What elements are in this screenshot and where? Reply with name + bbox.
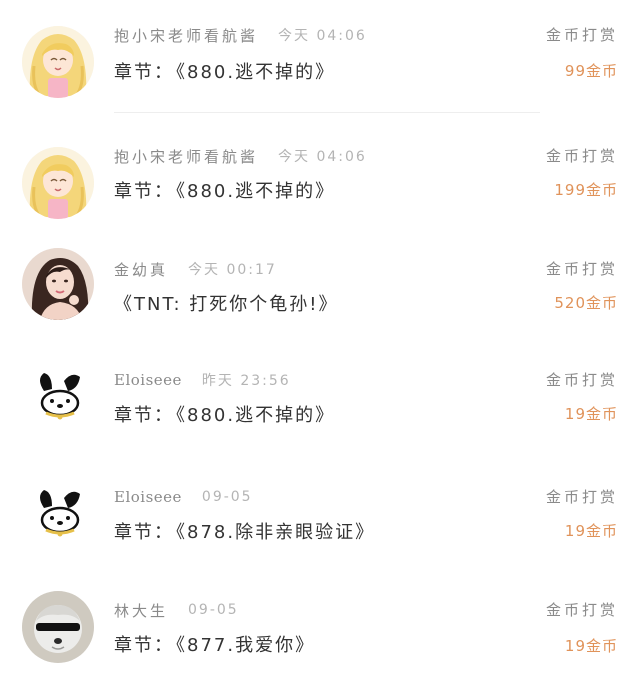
content-prefix: 章节： — [114, 635, 174, 656]
timestamp: 09-05 — [201, 489, 253, 505]
content-text: 《880.逃不掉的》 — [176, 62, 336, 83]
tip-type-label: 金币打赏 — [545, 488, 618, 506]
user-avatar[interactable] — [22, 591, 94, 663]
timestamp: 昨天 23:56 — [201, 373, 291, 389]
item-content: 章节： 《880.逃不掉的》 — [114, 58, 335, 84]
timestamp: 09-05 — [188, 602, 239, 618]
tip-record-list: 抱小宋老师看航酱 今天 04:06 章节： 《880.逃不掉的》 金币打赏 99金… — [0, 0, 640, 682]
timestamp: 今天 04:06 — [278, 28, 367, 44]
content-prefix: 章节： — [114, 181, 174, 202]
tip-amount: 520金币 — [554, 294, 618, 312]
content-prefix: 章节： — [114, 522, 174, 543]
tip-amount: 19金币 — [564, 637, 618, 655]
username[interactable]: 金幼真 — [114, 259, 168, 280]
item-meta: 抱小宋老师看航酱 今天 04:06 — [114, 145, 367, 167]
content-text: 《880.逃不掉的》 — [176, 405, 336, 426]
username[interactable]: 抱小宋老师看航酱 — [114, 25, 258, 46]
item-meta: Eloiseee 09-05 — [114, 486, 253, 508]
cartoon-dog-avatar-icon — [22, 361, 94, 433]
list-item[interactable]: 金幼真 今天 00:17 《TNT: 打死你个龟孙!》 金币打赏 520金币 — [0, 248, 640, 358]
list-item[interactable]: 抱小宋老师看航酱 今天 04:06 章节： 《880.逃不掉的》 金币打赏 99金… — [0, 24, 640, 124]
item-content: 章节： 《880.逃不掉的》 — [114, 177, 335, 203]
item-meta: 抱小宋老师看航酱 今天 04:06 — [114, 24, 367, 46]
user-avatar[interactable] — [22, 361, 94, 433]
anime-girl-avatar-icon — [22, 147, 94, 219]
timestamp: 今天 00:17 — [188, 262, 277, 278]
woman-photo-avatar-icon — [22, 248, 94, 320]
username[interactable]: Eloiseee — [114, 371, 182, 389]
anime-girl-avatar-icon — [22, 26, 94, 98]
tip-type-label: 金币打赏 — [545, 260, 618, 278]
tip-type-label: 金币打赏 — [545, 147, 618, 165]
cartoon-dog-avatar-icon — [22, 478, 94, 550]
username[interactable]: 林大生 — [114, 600, 168, 621]
white-dog-photo-avatar-icon — [22, 591, 94, 663]
item-meta: 林大生 09-05 — [114, 599, 239, 621]
user-avatar[interactable] — [22, 248, 94, 320]
tip-amount: 19金币 — [564, 405, 618, 423]
username[interactable]: 抱小宋老师看航酱 — [114, 146, 258, 167]
list-item[interactable]: 林大生 09-05 章节： 《877.我爱你》 金币打赏 19金币 — [0, 591, 640, 682]
timestamp: 今天 04:06 — [278, 149, 367, 165]
item-meta: 金幼真 今天 00:17 — [114, 258, 277, 280]
content-text: 《878.除非亲眼验证》 — [176, 522, 376, 543]
user-avatar[interactable] — [22, 26, 94, 98]
tip-type-label: 金币打赏 — [545, 601, 618, 619]
tip-amount: 199金币 — [554, 181, 618, 199]
user-avatar[interactable] — [22, 478, 94, 550]
tip-type-label: 金币打赏 — [545, 26, 618, 44]
content-text: 《880.逃不掉的》 — [176, 181, 336, 202]
tip-amount: 99金币 — [564, 62, 618, 80]
tip-amount: 19金币 — [564, 522, 618, 540]
content-prefix: 章节： — [114, 405, 174, 426]
divider — [114, 112, 540, 113]
user-avatar[interactable] — [22, 147, 94, 219]
list-item[interactable]: Eloiseee 昨天 23:56 章节： 《880.逃不掉的》 金币打赏 19金… — [0, 361, 640, 469]
item-content: 章节： 《880.逃不掉的》 — [114, 401, 335, 427]
content-text: 《TNT: 打死你个龟孙!》 — [114, 294, 339, 315]
list-item[interactable]: Eloiseee 09-05 章节： 《878.除非亲眼验证》 金币打赏 19金币 — [0, 478, 640, 586]
content-text: 《877.我爱你》 — [176, 635, 316, 656]
item-content: 《TNT: 打死你个龟孙!》 — [114, 290, 338, 316]
tip-type-label: 金币打赏 — [545, 371, 618, 389]
list-item[interactable]: 抱小宋老师看航酱 今天 04:06 章节： 《880.逃不掉的》 金币打赏 199… — [0, 145, 640, 245]
content-prefix: 章节： — [114, 62, 174, 83]
item-content: 章节： 《878.除非亲眼验证》 — [114, 518, 375, 544]
username[interactable]: Eloiseee — [114, 488, 182, 506]
item-content: 章节： 《877.我爱你》 — [114, 631, 315, 657]
item-meta: Eloiseee 昨天 23:56 — [114, 369, 291, 391]
